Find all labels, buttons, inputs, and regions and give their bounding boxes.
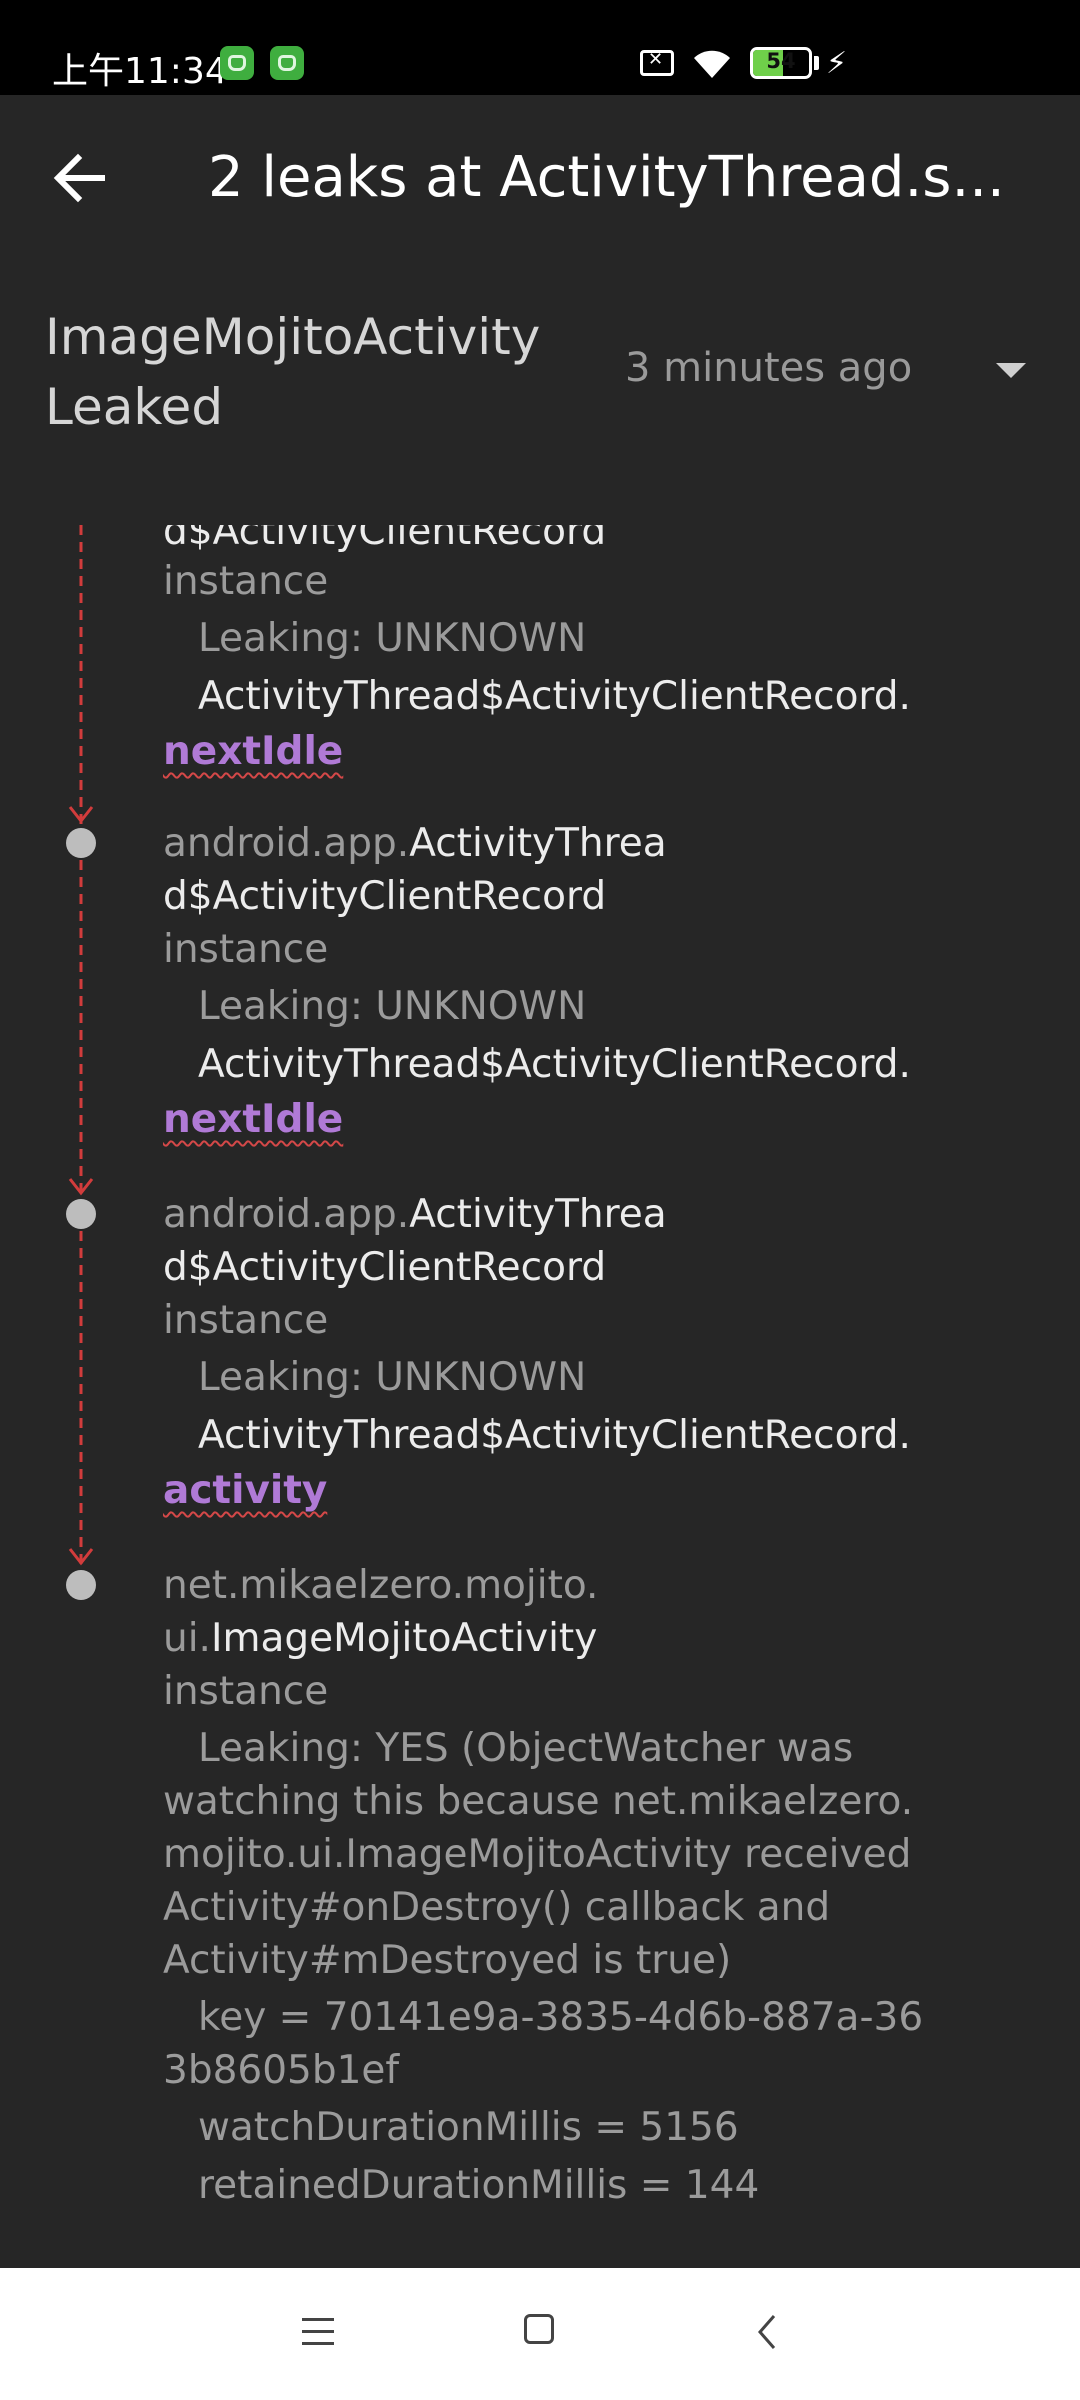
node-reference-field: nextIdle bbox=[163, 1097, 344, 1142]
page-title: 2 leaks at ActivityThread.s... bbox=[208, 145, 1005, 210]
node-retained-duration: retainedDurationMillis = 144 bbox=[198, 2163, 760, 2208]
menu-icon[interactable] bbox=[302, 2318, 334, 2346]
battery-nub bbox=[814, 56, 819, 70]
trace-node-dot bbox=[66, 1199, 96, 1229]
node-instance-label: instance bbox=[163, 927, 329, 972]
notification-app-icon bbox=[220, 46, 254, 80]
node-leaking-reason: watching this because net.mikaelzero. bbox=[163, 1779, 914, 1824]
trace-node-dot bbox=[66, 1570, 96, 1600]
node-reference-field: nextIdle bbox=[163, 729, 344, 774]
leak-trace: d$ActivityClientRecord instance Leaking:… bbox=[0, 525, 1080, 2270]
back-chevron-icon[interactable] bbox=[752, 2312, 782, 2352]
node-package: net.mikaelzero.mojito. bbox=[163, 1563, 599, 1608]
node-class-name: android.app.ActivityThrea bbox=[163, 1188, 667, 1241]
status-time: 上午11:34 bbox=[52, 51, 228, 92]
battery-level-text: 54 bbox=[766, 49, 796, 73]
node-instance-label: instance bbox=[163, 1298, 329, 1343]
node-leaking-status: Leaking: YES (ObjectWatcher was bbox=[198, 1726, 854, 1771]
sim-no-service-icon bbox=[640, 49, 674, 76]
node-class-name: d$ActivityClientRecord bbox=[163, 525, 607, 554]
trace-node-dot bbox=[66, 828, 96, 858]
node-reference-prefix: ActivityThread$ActivityClientRecord. bbox=[198, 1042, 911, 1087]
wifi-icon bbox=[694, 50, 730, 78]
node-class-part: ActivityThrea bbox=[409, 821, 667, 866]
node-reference-field: activity bbox=[163, 1468, 328, 1513]
node-key-continued: 3b8605b1ef bbox=[163, 2048, 400, 2093]
leak-time: 3 minutes ago bbox=[625, 345, 913, 391]
back-arrow-icon[interactable] bbox=[40, 140, 120, 220]
node-leaking-status: Leaking: UNKNOWN bbox=[198, 984, 587, 1029]
leak-title-line1: ImageMojitoActivity bbox=[45, 308, 541, 366]
node-leaking-reason: Activity#mDestroyed is true) bbox=[163, 1938, 732, 1983]
node-class-part: ImageMojitoActivity bbox=[210, 1616, 598, 1661]
node-class-part: d$ActivityClientRecord bbox=[163, 1245, 607, 1290]
charging-bolt-icon: ⚡ bbox=[826, 46, 848, 81]
node-class-name: android.app.ActivityThrea bbox=[163, 817, 667, 870]
node-class-name: ui.ImageMojitoActivity bbox=[163, 1612, 597, 1665]
battery-icon: 54 bbox=[750, 47, 812, 79]
node-instance-label: instance bbox=[163, 559, 329, 604]
node-package: android.app. bbox=[163, 821, 410, 866]
node-package: ui. bbox=[163, 1616, 211, 1661]
node-leaking-reason: Activity#onDestroy() callback and bbox=[163, 1885, 831, 1930]
node-class-part: d$ActivityClientRecord bbox=[163, 874, 607, 919]
node-instance-label: instance bbox=[163, 1669, 329, 1714]
leak-title: ImageMojitoActivity Leaked bbox=[45, 302, 565, 442]
node-watch-duration: watchDurationMillis = 5156 bbox=[198, 2105, 739, 2150]
node-leaking-status: Leaking: UNKNOWN bbox=[198, 616, 587, 661]
node-key: key = 70141e9a-3835-4d6b-887a-36 bbox=[198, 1995, 924, 2040]
app-bar: 2 leaks at ActivityThread.s... bbox=[0, 95, 1080, 255]
node-leaking-status: Leaking: UNKNOWN bbox=[198, 1355, 587, 1400]
status-bar: 上午11:34 54 ⚡ bbox=[0, 0, 1080, 95]
notification-app-icon bbox=[270, 46, 304, 80]
triangle-down-icon[interactable] bbox=[990, 357, 1030, 381]
node-leaking-reason: mojito.ui.ImageMojitoActivity received bbox=[163, 1832, 912, 1877]
leak-title-line2: Leaked bbox=[45, 378, 224, 436]
node-class-part: ActivityThrea bbox=[409, 1192, 667, 1237]
system-nav-bar bbox=[0, 2268, 1080, 2400]
node-reference-prefix: ActivityThread$ActivityClientRecord. bbox=[198, 1413, 911, 1458]
node-package: android.app. bbox=[163, 1192, 410, 1237]
node-reference-prefix: ActivityThread$ActivityClientRecord. bbox=[198, 674, 911, 719]
home-square-icon[interactable] bbox=[524, 2314, 554, 2344]
